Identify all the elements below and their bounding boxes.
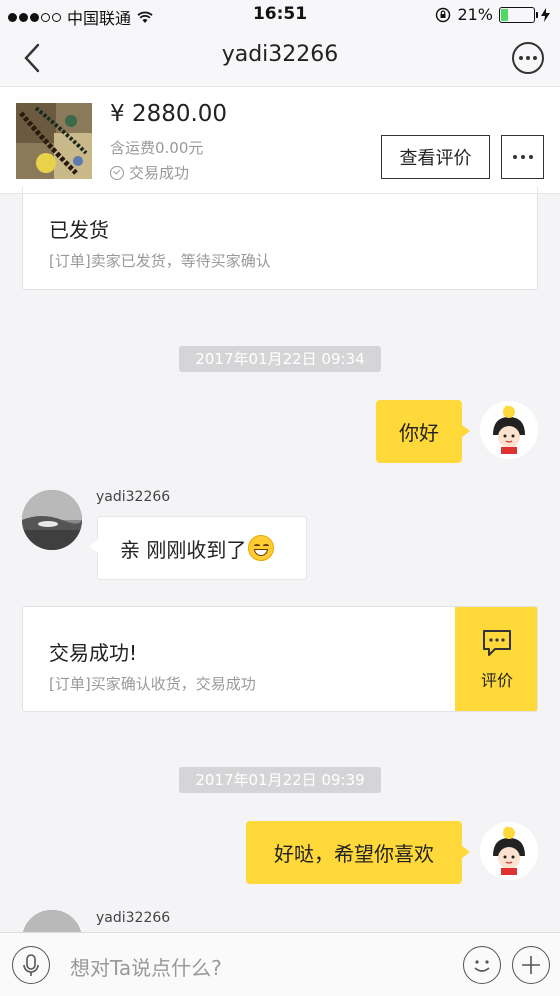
voice-button[interactable] bbox=[12, 946, 50, 984]
input-bar: 想对Ta说点什么? bbox=[0, 932, 560, 996]
shipping-fee: 含运费0.00元 bbox=[110, 139, 204, 157]
battery-percent: 21% bbox=[457, 5, 493, 24]
emoji-button[interactable] bbox=[463, 946, 501, 984]
check-circle-icon bbox=[110, 165, 124, 180]
product-more-button[interactable] bbox=[501, 135, 544, 179]
card-desc: [订单]卖家已发货，等待买家确认 bbox=[49, 252, 271, 270]
battery-fill bbox=[501, 8, 508, 21]
plus-button[interactable] bbox=[512, 946, 550, 984]
trade-status-label: 交易成功 bbox=[129, 164, 190, 182]
message-input[interactable]: 想对Ta说点什么? bbox=[70, 952, 222, 981]
order-shipped-card[interactable]: 已发货 [订单]卖家已发货，等待买家确认 bbox=[22, 186, 538, 290]
status-right: 21% bbox=[435, 5, 550, 24]
product-price: ¥ 2880.00 bbox=[110, 101, 228, 127]
trade-success-card[interactable]: 交易成功! [订单]买家确认收货，交易成功 评价 bbox=[22, 606, 538, 712]
battery-icon bbox=[499, 6, 538, 23]
page-title: yadi32266 bbox=[221, 42, 339, 67]
timestamp: 2017年01月22日 09:34 bbox=[179, 346, 381, 372]
trade-status: 交易成功 bbox=[110, 162, 189, 183]
avatar[interactable] bbox=[480, 822, 538, 880]
nav-bar: yadi32266 bbox=[0, 30, 560, 86]
timestamp: 2017年01月22日 09:39 bbox=[179, 767, 381, 793]
more-circle-icon[interactable] bbox=[512, 42, 544, 74]
message-text: 亲 刚刚收到了 bbox=[120, 537, 247, 562]
avatar[interactable] bbox=[22, 490, 82, 550]
smiley-icon bbox=[474, 960, 490, 972]
message-bubble-sent[interactable]: 你好 bbox=[376, 400, 470, 463]
status-bar: 中国联通 16:51 21% bbox=[0, 0, 560, 30]
grin-emoji-icon bbox=[248, 535, 275, 561]
product-header[interactable]: ¥ 2880.00 含运费0.00元 交易成功 查看评价 bbox=[0, 86, 560, 194]
card-title: 交易成功! bbox=[49, 641, 138, 665]
message-bubble-received[interactable]: 亲 刚刚收到了 bbox=[89, 516, 307, 580]
charging-icon bbox=[541, 7, 550, 22]
microphone-icon bbox=[23, 954, 39, 976]
product-thumbnail[interactable] bbox=[16, 103, 92, 179]
rate-button[interactable]: 评价 bbox=[455, 607, 537, 711]
sender-name: yadi32266 bbox=[96, 489, 171, 505]
plus-icon bbox=[522, 956, 540, 974]
view-review-button[interactable]: 查看评价 bbox=[381, 135, 490, 179]
card-desc: [订单]买家确认收货，交易成功 bbox=[49, 675, 256, 693]
message-bubble-sent[interactable]: 好哒，希望你喜欢 bbox=[246, 821, 470, 884]
card-title: 已发货 bbox=[49, 218, 109, 242]
rotation-lock-icon bbox=[436, 7, 451, 22]
avatar[interactable] bbox=[480, 401, 538, 459]
comment-icon bbox=[483, 630, 511, 656]
rate-label: 评价 bbox=[480, 671, 513, 690]
sender-name: yadi32266 bbox=[96, 910, 171, 926]
